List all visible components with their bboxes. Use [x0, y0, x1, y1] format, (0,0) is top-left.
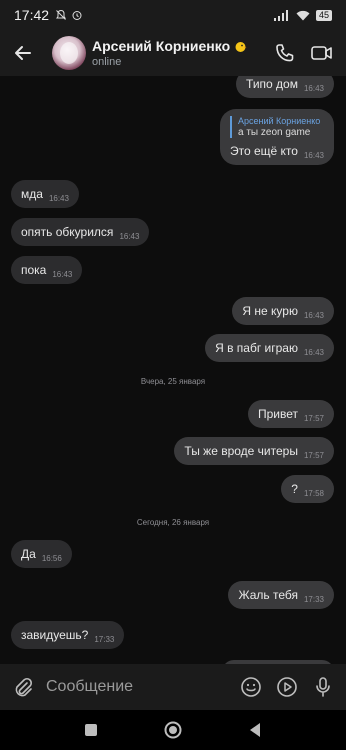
battery-indicator: 45: [315, 9, 332, 21]
arrow-left-icon: [15, 46, 31, 60]
message-bubble-out[interactable]: Я в пабг играю 16:43: [205, 334, 334, 362]
avatar[interactable]: [52, 36, 86, 70]
peer-name: Арсений Корниенко: [92, 38, 231, 54]
peer-info[interactable]: Арсений Корниенко online: [92, 38, 247, 68]
message-bubble-in[interactable]: Да 16:56: [11, 540, 72, 568]
phone-icon[interactable]: [274, 42, 296, 64]
message-bubble-in[interactable]: завидуешь? 17:33: [11, 621, 125, 649]
message-bubble-out[interactable]: Типо дом 16:43: [236, 76, 334, 98]
message-bubble-out[interactable]: Я не курю 16:43: [232, 297, 334, 325]
paperclip-icon[interactable]: [12, 676, 34, 698]
alarm-icon: [72, 11, 82, 20]
play-icon[interactable]: [276, 676, 298, 698]
mute-bell-icon: [56, 9, 66, 20]
status-bar: 17:42 45: [0, 0, 346, 30]
message-bubble-out[interactable]: Ты же вроде читеры 17:57: [174, 437, 334, 465]
message-bubble-out[interactable]: ? 17:58: [281, 475, 334, 503]
reply-quote[interactable]: Арсений Корниенко а ты zeon game: [230, 116, 324, 138]
message-composer: Сообщение: [0, 664, 346, 710]
message-bubble-in[interactable]: пока 16:43: [11, 256, 83, 284]
system-nav-bar: [0, 710, 346, 750]
message-bubble-out[interactable]: Привет 17:57: [247, 400, 334, 428]
message-bubble-in[interactable]: мда 16:43: [11, 180, 79, 208]
back-triangle-icon[interactable]: [248, 722, 262, 738]
video-camera-icon[interactable]: [310, 42, 334, 64]
wifi-icon: [296, 10, 310, 20]
date-separator: Вчера, 25 января: [140, 377, 206, 386]
chick-emoji-icon: [235, 41, 247, 52]
message-input[interactable]: Сообщение: [46, 678, 240, 696]
emoji-icon[interactable]: [240, 676, 262, 698]
microphone-icon[interactable]: [312, 676, 334, 698]
date-separator: Сегодня, 26 января: [136, 518, 210, 527]
message-bubble-out[interactable]: Жаль тебя 17:33: [228, 581, 334, 609]
chat-header: Арсений Корниенко online: [0, 30, 346, 76]
message-bubble-out[interactable]: Арсений Корниенко а ты zeon game Это ещё…: [220, 109, 334, 165]
home-circle-icon[interactable]: [164, 721, 182, 739]
message-list[interactable]: Типо дом 16:43 Арсений Корниенко а ты zeo…: [0, 76, 346, 664]
recents-square-icon[interactable]: [84, 723, 98, 737]
signal-icon: [273, 9, 288, 21]
message-bubble-in[interactable]: опять обкурился 16:43: [11, 218, 150, 246]
status-time: 17:42: [14, 7, 50, 23]
back-button[interactable]: [0, 30, 46, 76]
peer-status: online: [92, 56, 122, 68]
